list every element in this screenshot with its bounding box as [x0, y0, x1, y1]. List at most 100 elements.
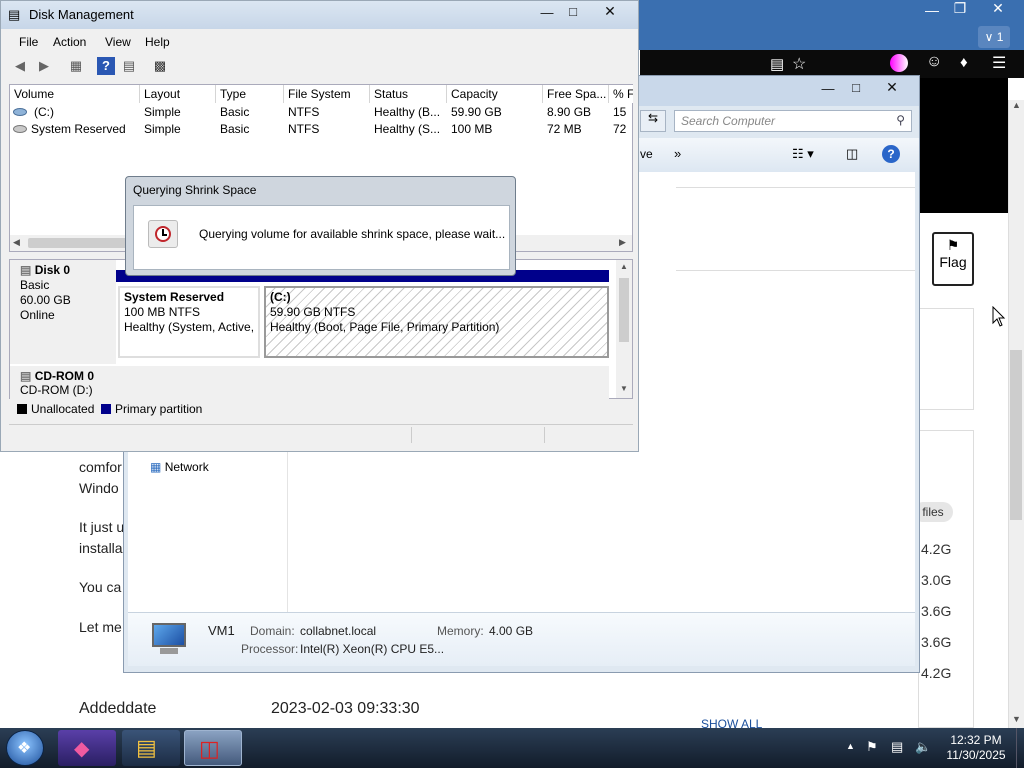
start-button[interactable]: ❖	[6, 730, 44, 766]
disk-icon: ▤	[20, 263, 32, 277]
column-header-percent-free[interactable]: % F	[609, 85, 633, 103]
scroll-down-arrow-icon[interactable]: ▼	[620, 384, 628, 393]
file-size: 3.6G	[921, 603, 952, 619]
menu-action[interactable]: Action	[53, 35, 86, 49]
legend: Unallocated Primary partition	[9, 400, 633, 420]
help-icon[interactable]: ?	[882, 145, 900, 163]
horizontal-scroll-thumb[interactable]	[28, 238, 128, 248]
file-size: 3.6G	[921, 634, 952, 650]
explorer-maximize-button[interactable]: □	[842, 80, 870, 95]
column-header-volume[interactable]: Volume	[10, 85, 140, 103]
taskbar: ❖ ◆ ▤ ◫ ▲ ⚑ ▤ 🔈 12:32 PM 11/30/2025	[0, 728, 1024, 768]
browser-restore-button[interactable]: ❐	[946, 0, 974, 17]
reader-icon[interactable]: ▤	[770, 55, 784, 73]
action-center-flag-icon[interactable]: ⚑	[866, 739, 878, 755]
dark-panel	[915, 78, 1008, 213]
command-bar-item[interactable]: ve	[640, 147, 653, 161]
refresh-button[interactable]: ⇆	[640, 110, 666, 132]
menu-file[interactable]: File	[19, 35, 38, 49]
capacity-cell: 100 MB	[451, 122, 493, 136]
scroll-left-arrow-icon[interactable]: ◀	[13, 237, 20, 248]
search-input[interactable]: Search Computer ⚲	[674, 110, 912, 132]
partition-size: 59.90 GB NTFS	[270, 305, 356, 319]
vertical-scroll-thumb[interactable]	[619, 278, 629, 342]
file-size: 4.2G	[921, 541, 952, 557]
network-status-icon[interactable]: ▤	[891, 739, 903, 755]
percent-free-cell: 15	[613, 105, 627, 119]
percent-free-cell: 72	[613, 122, 627, 136]
disk-graphical-view: ▤ Disk 0 Basic 60.00 GB Online System Re…	[9, 259, 633, 400]
maximize-button[interactable]: □	[559, 4, 587, 19]
search-placeholder: Search Computer	[681, 114, 776, 128]
console-tree-icon[interactable]: ▦	[67, 57, 85, 75]
profile-icon[interactable]: ☺	[926, 53, 942, 71]
status-bar	[9, 424, 633, 446]
dialog-title: Querying Shrink Space	[133, 183, 257, 197]
more-commands-icon[interactable]: »	[674, 146, 681, 161]
explorer-minimize-button[interactable]: —	[814, 81, 842, 96]
show-hidden-icons-icon[interactable]: ▲	[846, 741, 855, 751]
properties-icon[interactable]: ▤	[120, 57, 138, 75]
computer-icon	[148, 621, 190, 657]
show-desktop-button[interactable]	[1016, 728, 1024, 768]
extension-icon[interactable]	[890, 54, 908, 72]
volume-cell: System Reserved	[31, 122, 126, 136]
column-header-status[interactable]: Status	[370, 85, 447, 103]
table-row[interactable]: System Reserved Simple Basic NTFS Health…	[10, 122, 632, 139]
close-button[interactable]: ✕	[596, 3, 624, 20]
scroll-right-arrow-icon[interactable]: ▶	[619, 237, 626, 248]
file-system-cell: NTFS	[288, 105, 320, 119]
column-header-capacity[interactable]: Capacity	[447, 85, 543, 103]
system-clock[interactable]: 12:32 PM 11/30/2025	[938, 733, 1014, 763]
bookmark-star-icon[interactable]: ☆	[792, 54, 806, 74]
forward-arrow-icon[interactable]: ▶	[35, 57, 53, 75]
minimize-button[interactable]: —	[533, 5, 561, 20]
disk-management-title-bar: ▤ Disk Management — □ ✕	[1, 1, 638, 29]
column-header-free-space[interactable]: Free Spa...	[543, 85, 609, 103]
clock-icon	[148, 220, 178, 248]
taskbar-app-disk-management[interactable]: ◫	[184, 730, 242, 766]
tab-count: 1	[996, 30, 1004, 44]
back-arrow-icon[interactable]: ◀	[11, 57, 29, 75]
memory-label: Memory:	[437, 624, 484, 638]
column-header-file-system[interactable]: File System	[284, 85, 370, 103]
scroll-up-arrow-icon[interactable]: ▲	[620, 262, 628, 271]
settings-icon[interactable]: ▩	[151, 57, 169, 75]
flag-button[interactable]: ⚑ Flag	[932, 232, 974, 286]
flag-icon: ⚑	[946, 237, 960, 253]
nav-item-network[interactable]: ▦ Network	[150, 460, 209, 474]
menu-view[interactable]: View	[105, 35, 131, 49]
menu-help[interactable]: Help	[145, 35, 170, 49]
tab-count-button[interactable]: ∨ 1	[978, 26, 1010, 48]
cdrom-label[interactable]: ▤ CD-ROM 0 CD-ROM (D:)	[10, 366, 116, 400]
preview-pane-icon[interactable]: ◫	[846, 146, 858, 162]
page-scroll-thumb[interactable]	[1010, 350, 1022, 520]
windows-logo-icon: ❖	[17, 740, 32, 757]
cdrom-area	[116, 366, 609, 400]
column-header-type[interactable]: Type	[216, 85, 284, 103]
browser-close-button[interactable]: ✕	[984, 0, 1012, 17]
column-header-layout[interactable]: Layout	[140, 85, 216, 103]
taskbar-app-virtualbox[interactable]: ◆	[58, 730, 116, 766]
taskbar-app-explorer[interactable]: ▤	[122, 730, 180, 766]
partition-c-drive[interactable]: (C:) 59.90 GB NTFS Healthy (Boot, Page F…	[264, 286, 609, 358]
explorer-close-button[interactable]: ✕	[878, 79, 906, 96]
help-icon[interactable]: ?	[97, 57, 115, 75]
metadata-key: Addeddate	[79, 700, 157, 717]
volume-muted-icon[interactable]: 🔈	[915, 739, 931, 755]
volume-disk-icon	[13, 125, 27, 133]
browser-minimize-button[interactable]: —	[918, 2, 946, 18]
partition-system-reserved[interactable]: System Reserved 100 MB NTFS Healthy (Sys…	[118, 286, 260, 358]
scroll-up-arrow-icon[interactable]: ▲	[1012, 100, 1021, 110]
dialog-message: Querying volume for available shrink spa…	[199, 227, 506, 241]
change-view-icon[interactable]: ☷ ▾	[792, 146, 814, 162]
table-row[interactable]: (C:) Simple Basic NTFS Healthy (B... 59.…	[10, 105, 632, 122]
menu-icon[interactable]: ☰	[992, 53, 1006, 73]
extensions-puzzle-icon[interactable]: ♦	[960, 54, 968, 71]
vertical-scrollbar[interactable]: ▲ ▼	[616, 260, 632, 398]
scroll-down-arrow-icon[interactable]: ▼	[1012, 714, 1021, 724]
legend-unallocated: Unallocated	[31, 402, 95, 416]
legend-primary: Primary partition	[115, 402, 203, 416]
file-size: 3.0G	[921, 572, 952, 588]
disk-0-label[interactable]: ▤ Disk 0 Basic 60.00 GB Online	[10, 260, 116, 364]
